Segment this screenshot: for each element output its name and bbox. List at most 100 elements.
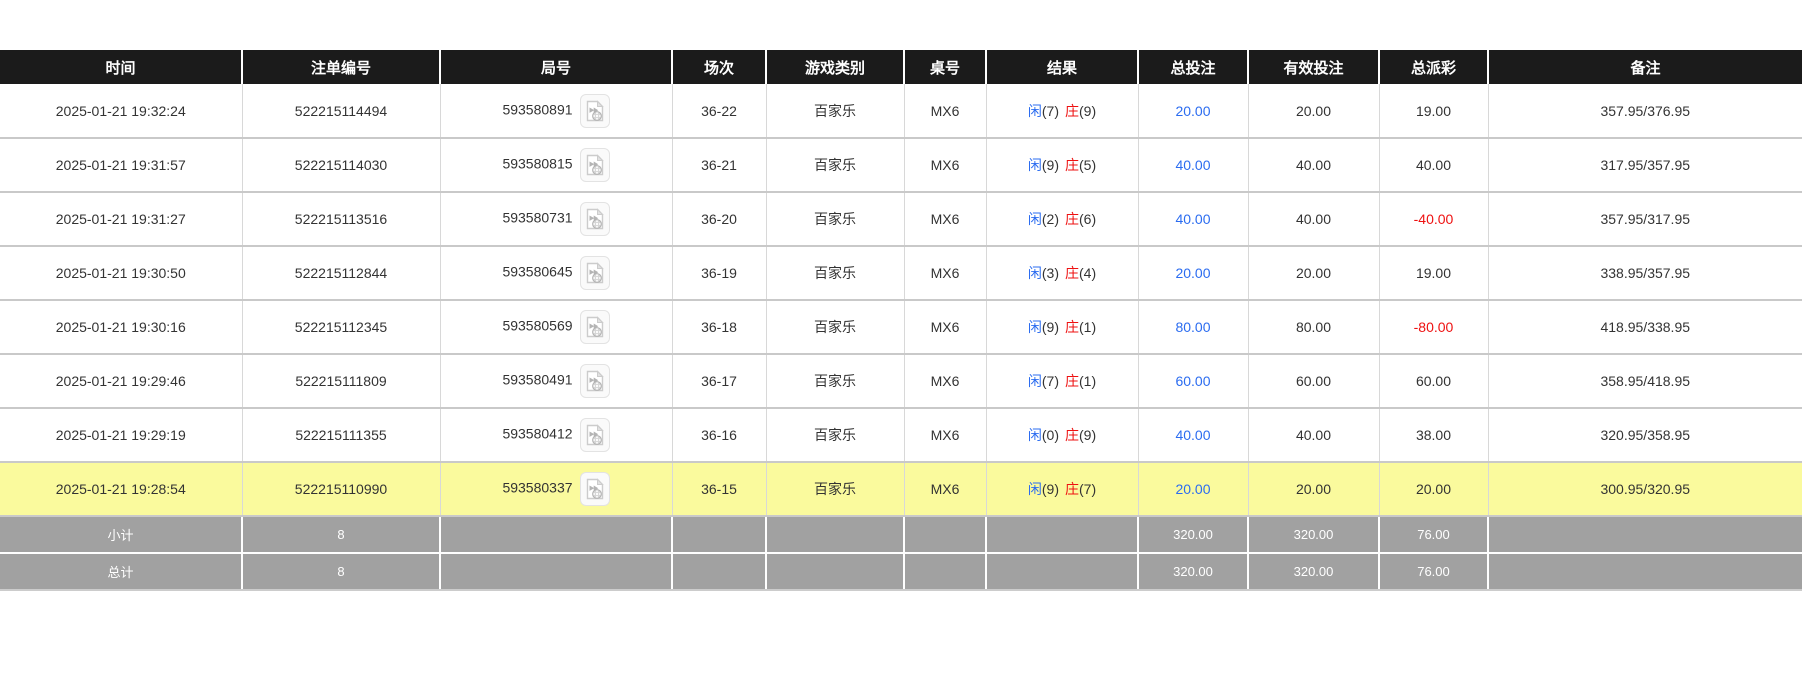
banker-result-label: 庄	[1065, 319, 1079, 335]
player-result-label: 闲	[1027, 211, 1042, 227]
player-result-label: 闲	[1027, 265, 1042, 281]
cell-game-type: 百家乐	[766, 138, 905, 193]
video-replay-button[interactable]	[579, 93, 610, 128]
header-total-payout: 总派彩	[1379, 50, 1489, 84]
cell-round-id: 593580891	[440, 84, 673, 139]
cell-result: 闲(9) 庄(1)	[986, 300, 1139, 355]
grand-total-empty-session	[672, 553, 767, 591]
banker-result-label: 庄	[1065, 102, 1079, 119]
cell-remark: 418.95/338.95	[1488, 300, 1802, 355]
round-id-text: 593580891	[502, 101, 573, 118]
cell-remark: 320.95/358.95	[1488, 408, 1802, 463]
subtotal-label: 小计	[0, 516, 243, 554]
cell-bet-id: 522215110990	[242, 462, 441, 517]
player-result-score: (2)	[1041, 211, 1059, 227]
round-id-text: 593580412	[502, 425, 573, 442]
banker-result-score: (5)	[1079, 157, 1097, 173]
cell-total-bet[interactable]: 80.00	[1138, 300, 1249, 355]
cell-session: 36-19	[672, 246, 767, 301]
cell-game-type: 百家乐	[766, 192, 905, 247]
cell-valid-bet: 20.00	[1248, 246, 1380, 301]
video-replay-button[interactable]	[579, 364, 610, 398]
video-replay-button[interactable]	[579, 310, 610, 344]
header-total-bet: 总投注	[1138, 50, 1249, 84]
table-row[interactable]: 2025-01-21 19:30:16 522215112345 5935805…	[0, 300, 1802, 355]
cell-valid-bet: 20.00	[1248, 84, 1380, 139]
video-replay-button[interactable]	[579, 256, 610, 290]
table-row[interactable]: 2025-01-21 19:29:19 522215111355 5935804…	[0, 408, 1802, 463]
cell-session: 36-20	[672, 192, 767, 247]
grand-total-row: 总计 8 320.00 320.00 76.00	[0, 553, 1802, 591]
table-row[interactable]: 2025-01-21 19:28:54 522215110990 5935803…	[0, 462, 1802, 517]
cell-bet-id: 522215112345	[242, 300, 441, 355]
cell-game-type: 百家乐	[766, 84, 905, 139]
grand-total-empty-remark	[1488, 553, 1802, 591]
cell-total-bet[interactable]: 20.00	[1138, 246, 1249, 301]
table-row[interactable]: 2025-01-21 19:32:24 522215114494 5935808…	[0, 84, 1802, 139]
cell-session: 36-18	[672, 300, 767, 355]
cell-bet-id: 522215113516	[242, 192, 441, 247]
player-result-score: (7)	[1041, 102, 1059, 119]
video-replay-icon	[586, 99, 604, 121]
round-id-text: 593580569	[502, 317, 573, 334]
cell-total-bet[interactable]: 60.00	[1138, 354, 1249, 409]
cell-game-type: 百家乐	[766, 462, 905, 517]
cell-table-no: MX6	[904, 192, 987, 247]
cell-session: 36-22	[672, 84, 767, 139]
cell-session: 36-16	[672, 408, 767, 463]
video-replay-button[interactable]	[579, 472, 610, 506]
cell-bet-id: 522215111355	[242, 408, 441, 463]
banker-result-score: (6)	[1079, 211, 1097, 227]
grand-total-valid-bet: 320.00	[1248, 553, 1380, 591]
header-valid-bet: 有效投注	[1248, 50, 1380, 84]
cell-total-payout: 38.00	[1379, 408, 1489, 463]
player-result-label: 闲	[1027, 481, 1042, 497]
subtotal-row: 小计 8 320.00 320.00 76.00	[0, 516, 1802, 554]
cell-total-bet[interactable]: 20.00	[1138, 84, 1249, 139]
header-table-no: 桌号	[904, 50, 987, 84]
cell-total-bet[interactable]: 40.00	[1138, 192, 1249, 247]
grand-total-count: 8	[242, 553, 441, 591]
cell-time: 2025-01-21 19:30:16	[0, 300, 243, 355]
cell-session: 36-15	[672, 462, 767, 517]
cell-result: 闲(7) 庄(9)	[986, 84, 1139, 139]
table-row[interactable]: 2025-01-21 19:29:46 522215111809 5935804…	[0, 354, 1802, 409]
table-row[interactable]: 2025-01-21 19:31:27 522215113516 5935807…	[0, 192, 1802, 247]
cell-total-payout: 20.00	[1379, 462, 1489, 517]
grand-total-empty-result	[986, 553, 1139, 591]
video-replay-icon	[586, 262, 604, 284]
cell-total-bet[interactable]: 20.00	[1138, 462, 1249, 517]
video-replay-button[interactable]	[579, 418, 610, 452]
table-row[interactable]: 2025-01-21 19:30:50 522215112844 5935806…	[0, 246, 1802, 301]
cell-bet-id: 522215114030	[242, 138, 441, 193]
round-id-text: 593580815	[502, 155, 573, 172]
round-id-text: 593580731	[502, 209, 573, 226]
cell-remark: 300.95/320.95	[1488, 462, 1802, 517]
cell-result: 闲(7) 庄(1)	[986, 354, 1139, 409]
cell-total-bet[interactable]: 40.00	[1138, 408, 1249, 463]
header-bet-id: 注单编号	[242, 50, 441, 84]
video-replay-button[interactable]	[579, 148, 610, 182]
cell-round-id: 593580337	[440, 462, 673, 517]
cell-remark: 357.95/376.95	[1488, 84, 1802, 139]
cell-session: 36-21	[672, 138, 767, 193]
video-replay-icon	[586, 478, 604, 500]
player-result-label: 闲	[1027, 427, 1042, 443]
cell-table-no: MX6	[904, 84, 987, 139]
table-row[interactable]: 2025-01-21 19:31:57 522215114030 5935808…	[0, 138, 1802, 193]
header-session: 场次	[672, 50, 767, 84]
cell-game-type: 百家乐	[766, 246, 905, 301]
cell-time: 2025-01-21 19:29:19	[0, 408, 243, 463]
player-result-label: 闲	[1027, 373, 1042, 389]
cell-game-type: 百家乐	[766, 408, 905, 463]
banker-result-label: 庄	[1065, 211, 1079, 227]
cell-total-bet[interactable]: 40.00	[1138, 138, 1249, 193]
player-result-score: (0)	[1041, 427, 1059, 443]
video-replay-button[interactable]	[579, 202, 610, 236]
subtotal-payout: 76.00	[1379, 516, 1489, 554]
cell-valid-bet: 40.00	[1248, 408, 1380, 463]
header-remark: 备注	[1488, 50, 1802, 84]
header-result: 结果	[986, 50, 1139, 84]
cell-total-payout: 40.00	[1379, 138, 1489, 193]
video-replay-icon	[586, 370, 604, 392]
